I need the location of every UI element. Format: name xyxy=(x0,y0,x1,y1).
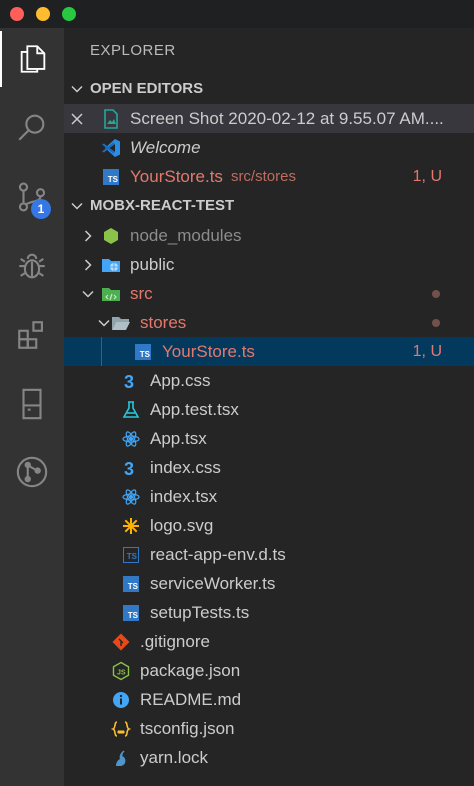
open-editor-label: Welcome xyxy=(130,137,201,157)
file-label: index.tsx xyxy=(150,486,218,506)
workspace-label: MOBX-REACT-TEST xyxy=(90,197,235,214)
chevron-down-icon xyxy=(64,82,90,96)
git-status: 1, U xyxy=(412,167,442,185)
title-bar xyxy=(0,0,474,28)
workspace-header[interactable]: MOBX-REACT-TEST xyxy=(64,191,474,220)
git-icon xyxy=(110,631,132,653)
info-icon xyxy=(110,689,132,711)
file-label: serviceWorker.ts xyxy=(150,573,276,593)
source-control-badge: 1 xyxy=(31,199,51,219)
git-graph-icon[interactable] xyxy=(0,444,64,500)
file-label: react-app-env.d.ts xyxy=(150,544,286,564)
css-file-icon: 3 xyxy=(120,457,142,479)
src-folder-icon xyxy=(100,283,122,305)
sidebar-title: EXPLORER xyxy=(90,42,176,59)
file-readme[interactable]: README.md xyxy=(64,685,474,714)
close-icon[interactable] xyxy=(64,112,90,125)
folder-stores[interactable]: stores xyxy=(64,308,474,337)
folder-node-modules[interactable]: node_modules xyxy=(64,221,474,250)
folder-label: stores xyxy=(140,312,187,332)
file-logo-svg[interactable]: logo.svg xyxy=(64,511,474,540)
folder-label: src xyxy=(130,283,153,303)
react-icon xyxy=(120,486,142,508)
file-package-json[interactable]: JS package.json xyxy=(64,656,474,685)
file-label: setupTests.ts xyxy=(150,602,250,622)
open-editor-label: YourStore.ts xyxy=(130,166,223,186)
open-editors-label: OPEN EDITORS xyxy=(90,80,204,97)
git-status: 1, U xyxy=(412,342,442,360)
search-icon[interactable] xyxy=(0,99,64,155)
source-control-icon[interactable]: 1 xyxy=(0,169,64,225)
open-editors-header[interactable]: OPEN EDITORS xyxy=(64,74,474,103)
open-editor-label: Screen Shot 2020-02-12 at 9.55.07 AM.... xyxy=(130,108,444,128)
activity-bar: 1 xyxy=(0,28,64,786)
file-app-css[interactable]: 3 App.css xyxy=(64,366,474,395)
file-label: README.md xyxy=(140,689,242,709)
folder-src[interactable]: src xyxy=(64,279,474,308)
css-file-icon: 3 xyxy=(120,370,142,392)
file-label: package.json xyxy=(140,660,241,680)
nodejs-icon: JS xyxy=(110,660,132,682)
svg-file-icon xyxy=(120,515,142,537)
explorer-icon[interactable] xyxy=(0,31,64,87)
maximize-window-button[interactable] xyxy=(62,7,76,21)
file-index-tsx[interactable]: index.tsx xyxy=(64,482,474,511)
public-folder-icon xyxy=(100,254,122,276)
typescript-file-icon: TS xyxy=(120,602,142,624)
chevron-down-icon xyxy=(64,199,90,213)
json-braces-icon xyxy=(110,718,132,740)
typescript-file-icon: TS xyxy=(100,166,122,188)
typescript-file-icon: TS xyxy=(120,573,142,595)
typescript-def-icon: TS xyxy=(120,544,142,566)
svg-text:3: 3 xyxy=(124,459,134,478)
folder-label: node_modules xyxy=(130,225,242,245)
minimize-window-button[interactable] xyxy=(36,7,50,21)
yarn-cat-icon xyxy=(110,747,132,769)
close-window-button[interactable] xyxy=(10,7,24,21)
image-file-icon xyxy=(100,108,122,130)
file-react-app-env[interactable]: TS react-app-env.d.ts xyxy=(64,540,474,569)
remote-explorer-icon[interactable] xyxy=(0,376,64,432)
file-service-worker[interactable]: TS serviceWorker.ts xyxy=(64,569,474,598)
file-app-tsx[interactable]: App.tsx xyxy=(64,424,474,453)
file-tsconfig[interactable]: tsconfig.json xyxy=(64,714,474,743)
extensions-icon[interactable] xyxy=(0,307,64,363)
file-label: tsconfig.json xyxy=(140,718,235,738)
file-label: yarn.lock xyxy=(140,747,209,767)
file-app-test-tsx[interactable]: App.test.tsx xyxy=(64,395,474,424)
file-label: YourStore.ts xyxy=(162,341,255,361)
react-icon xyxy=(120,428,142,450)
svg-text:3: 3 xyxy=(124,372,134,391)
test-flask-icon xyxy=(120,399,142,421)
file-label: App.tsx xyxy=(150,428,207,448)
explorer-sidebar: EXPLORER OPEN EDITORS Screen Shot 2020-0… xyxy=(64,28,474,786)
file-label: index.css xyxy=(150,457,221,477)
file-label: App.test.tsx xyxy=(150,399,239,419)
open-editor-item[interactable]: TS YourStore.ts src/stores 1, U xyxy=(64,162,474,191)
file-index-css[interactable]: 3 index.css xyxy=(64,453,474,482)
node-folder-icon xyxy=(100,225,122,247)
folder-public[interactable]: public xyxy=(64,250,474,279)
open-editor-item[interactable]: Welcome xyxy=(64,133,474,162)
open-editor-path: src/stores xyxy=(230,168,296,185)
debug-icon[interactable] xyxy=(0,238,64,294)
file-label: .gitignore xyxy=(140,631,210,651)
folder-label: public xyxy=(130,254,175,274)
file-yourstore[interactable]: TS YourStore.ts 1, U xyxy=(64,337,474,366)
file-gitignore[interactable]: .gitignore xyxy=(64,627,474,656)
file-yarn-lock[interactable]: yarn.lock xyxy=(64,743,474,772)
vscode-icon xyxy=(100,137,122,159)
file-label: logo.svg xyxy=(150,515,214,535)
file-setup-tests[interactable]: TS setupTests.ts xyxy=(64,598,474,627)
typescript-file-icon: TS xyxy=(132,341,154,363)
git-modified-dot xyxy=(432,318,440,327)
indent-guide xyxy=(101,337,102,366)
file-label: App.css xyxy=(150,370,211,390)
svg-text:JS: JS xyxy=(117,669,126,676)
open-editor-item[interactable]: Screen Shot 2020-02-12 at 9.55.07 AM.... xyxy=(64,104,474,133)
git-modified-dot xyxy=(432,289,440,298)
folder-open-icon xyxy=(110,312,132,334)
